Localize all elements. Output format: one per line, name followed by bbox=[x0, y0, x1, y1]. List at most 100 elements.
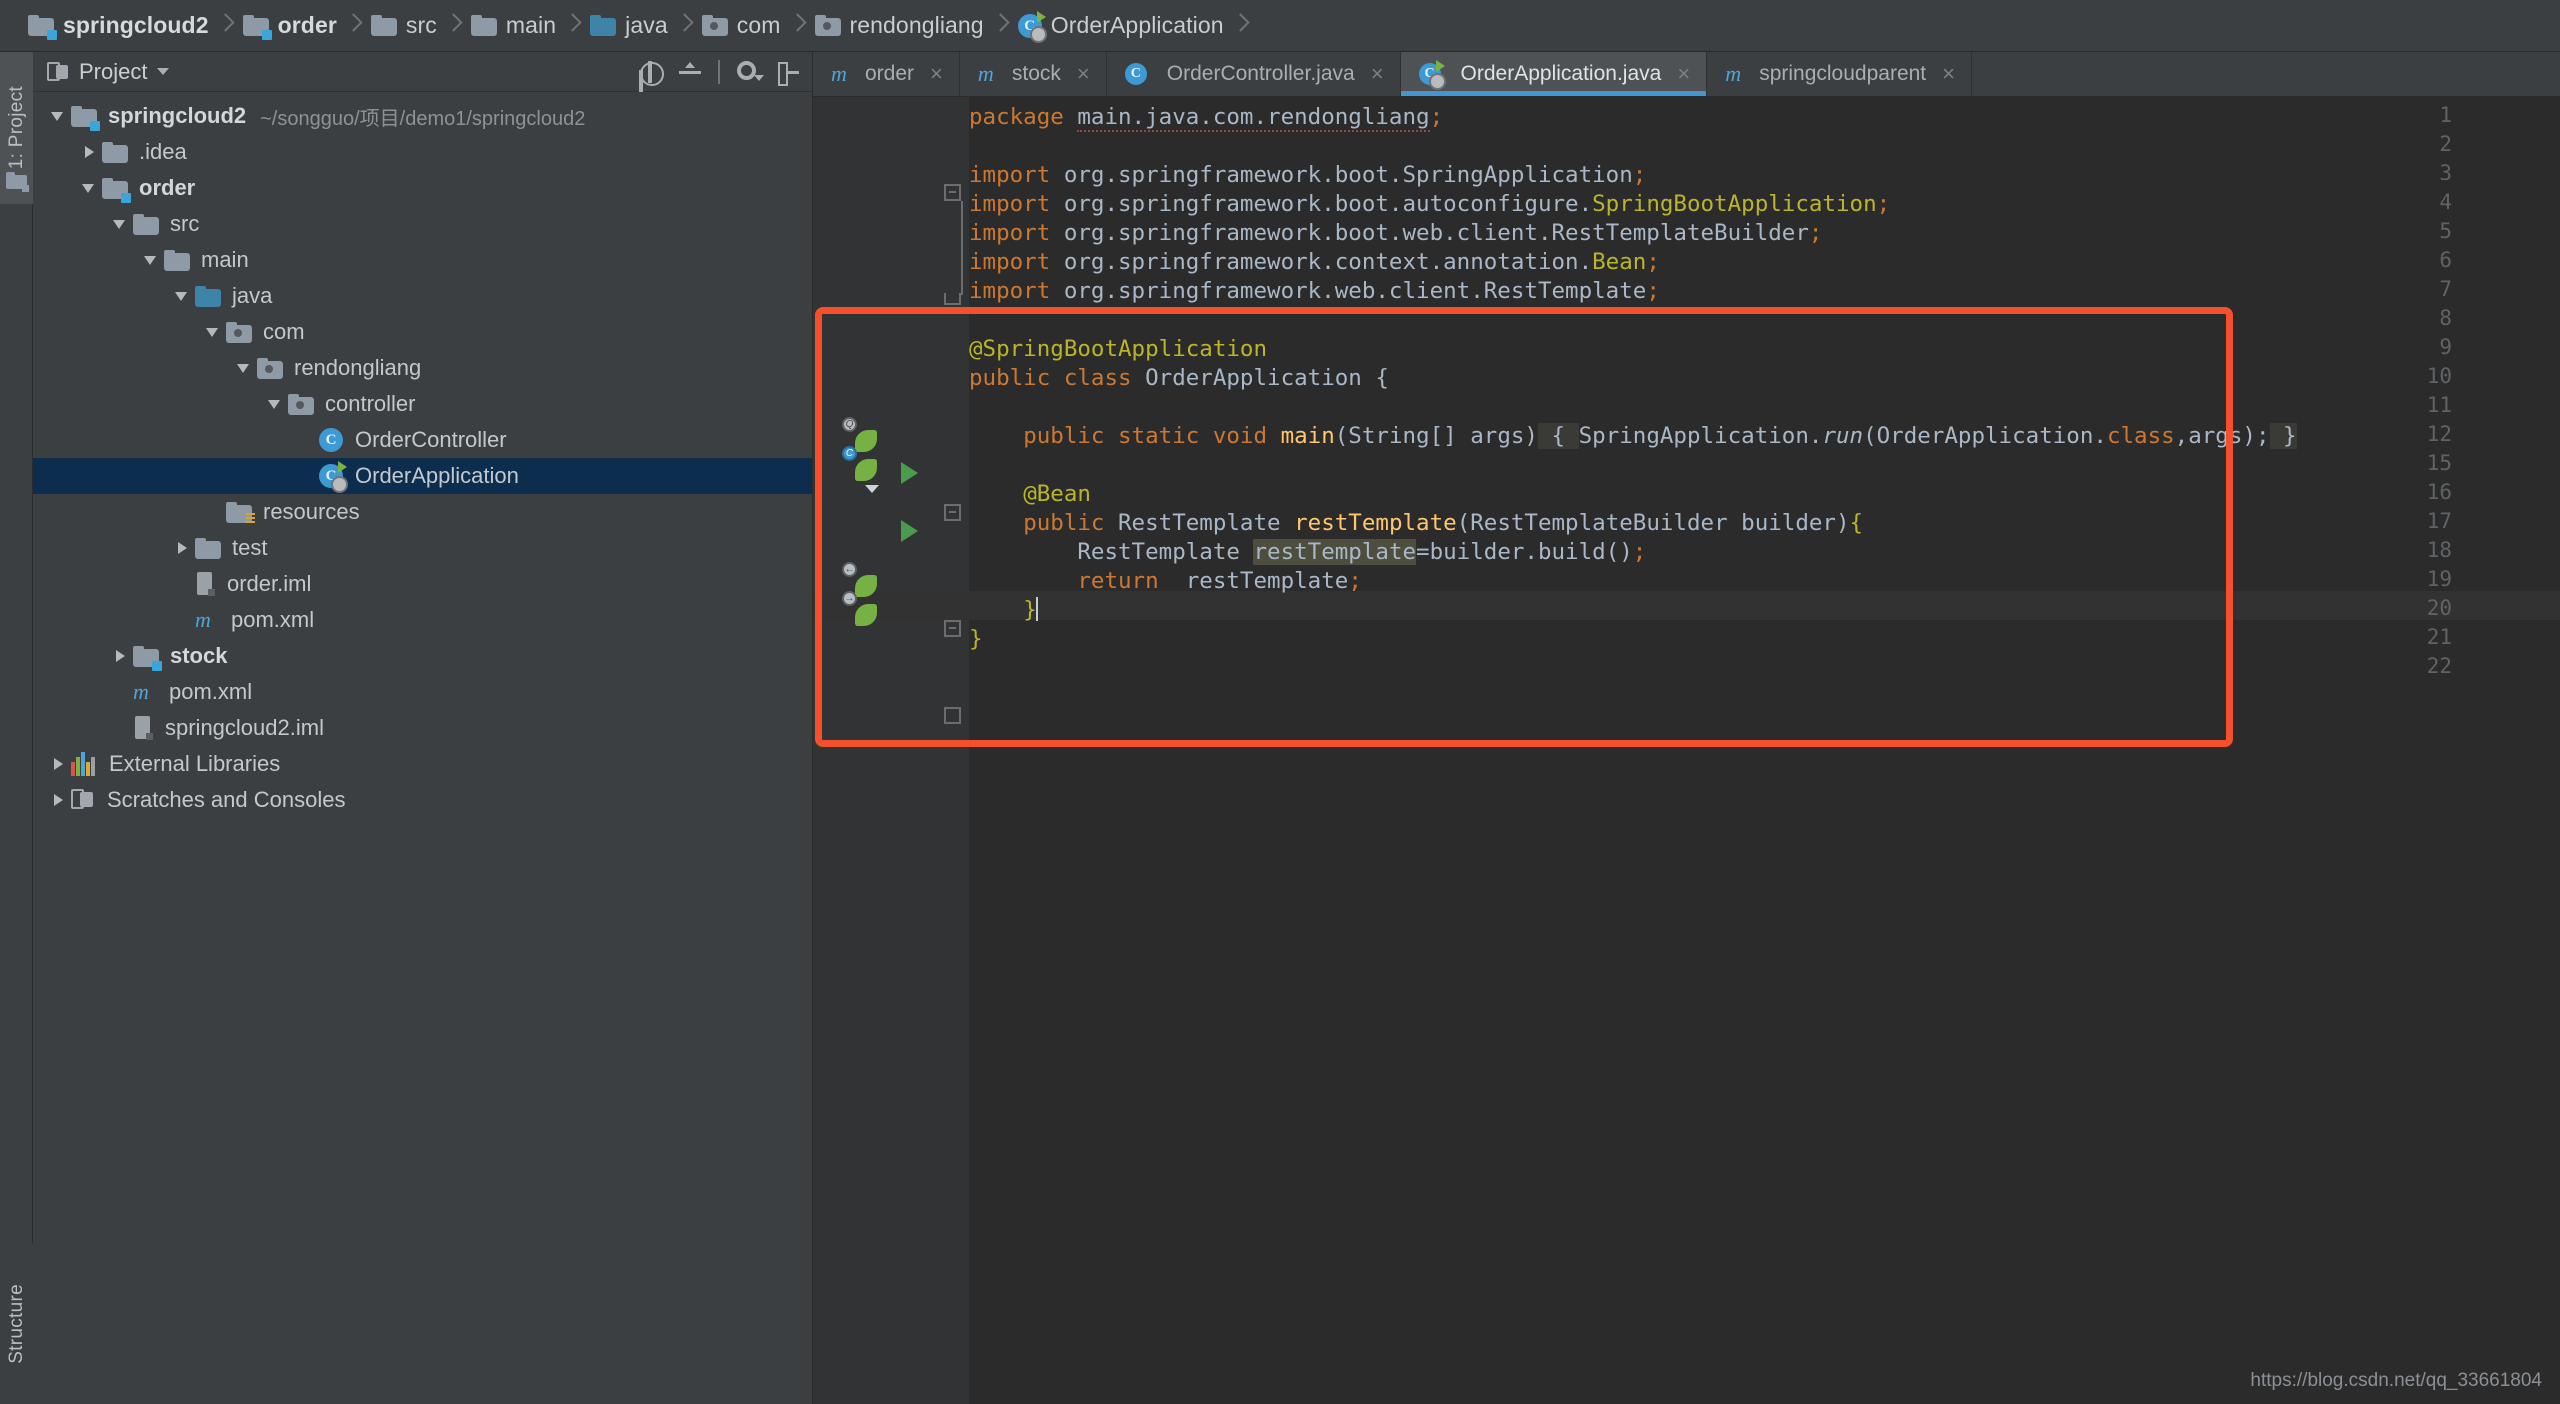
tree-item-order[interactable]: order bbox=[33, 170, 812, 206]
chevron-down-icon[interactable] bbox=[47, 98, 71, 134]
tree-item-springcloud2-iml[interactable]: springcloud2.iml bbox=[33, 710, 812, 746]
class-icon: C bbox=[319, 428, 343, 452]
close-icon[interactable]: × bbox=[1371, 63, 1384, 85]
editor-tab-springcloudparent[interactable]: m springcloudparent × bbox=[1707, 52, 1972, 96]
tree-item-label: test bbox=[232, 535, 268, 560]
chevron-down-icon[interactable] bbox=[109, 206, 133, 242]
editor-tab-label: stock bbox=[1011, 62, 1061, 85]
tree-item-pom-xml[interactable]: m pom.xml bbox=[33, 674, 812, 710]
editor-tab-ordercontroller-java[interactable]: C OrderController.java × bbox=[1106, 52, 1401, 96]
close-icon[interactable]: × bbox=[1677, 63, 1690, 85]
fold-marker-imports-end[interactable] bbox=[944, 293, 961, 305]
code-editor[interactable]: 1 2 3 4 5 6 7 8 9 10 11 12 15 16 17 18 19 20 21 22 − − − Q … bbox=[813, 97, 2560, 1404]
spring-class-icon: C bbox=[1017, 10, 1047, 43]
chevron-right-icon[interactable] bbox=[171, 530, 195, 566]
code-text[interactable]: package main.java.com.rendongliang; impo… bbox=[969, 97, 2560, 1404]
module-folder-icon bbox=[242, 15, 272, 40]
tree-item-stock[interactable]: stock bbox=[33, 638, 812, 674]
tree-item--idea[interactable]: .idea bbox=[33, 134, 812, 170]
gutter-expand-icon[interactable] bbox=[865, 485, 879, 493]
breadcrumb-item-rendongliang[interactable]: rendongliang bbox=[809, 0, 990, 52]
package-folder-icon bbox=[288, 393, 314, 415]
tree-item-test[interactable]: test bbox=[33, 530, 812, 566]
module-folder-icon bbox=[28, 15, 57, 40]
tree-item-external-libraries[interactable]: External Libraries bbox=[33, 746, 812, 782]
package-folder-icon bbox=[814, 15, 841, 36]
tree-item-label: com bbox=[263, 319, 305, 344]
tree-item-rendongliang[interactable]: rendongliang bbox=[33, 350, 812, 386]
bean-producer-gutter-icon[interactable]: ← bbox=[842, 562, 881, 601]
spring-boot-gutter-icon[interactable]: C bbox=[842, 446, 881, 485]
tree-item-scratches-and-consoles[interactable]: Scratches and Consoles bbox=[33, 782, 812, 818]
chevron-down-icon[interactable] bbox=[171, 278, 195, 314]
chevron-right-icon[interactable] bbox=[47, 782, 71, 818]
chevron-right-icon[interactable] bbox=[109, 638, 133, 674]
tool-window-button-project[interactable]: 1: Project bbox=[0, 52, 33, 204]
fold-marker-bean[interactable]: − bbox=[944, 620, 961, 637]
breadcrumb-separator-icon bbox=[343, 0, 365, 52]
fold-marker-bean-end[interactable] bbox=[944, 707, 961, 724]
tree-item-controller[interactable]: controller bbox=[33, 386, 812, 422]
editor-tab-stock[interactable]: m stock × bbox=[959, 52, 1107, 96]
folder-icon bbox=[133, 213, 159, 235]
toolbar-divider bbox=[718, 59, 720, 84]
tree-item-label: Scratches and Consoles bbox=[107, 787, 346, 812]
tree-item-resources[interactable]: resources bbox=[33, 494, 812, 530]
chevron-right-icon[interactable] bbox=[47, 746, 71, 782]
folder-icon bbox=[102, 141, 128, 163]
fold-marker-imports[interactable]: − bbox=[944, 184, 961, 201]
tree-item-label: springcloud2.iml bbox=[165, 715, 324, 740]
locate-icon[interactable] bbox=[638, 60, 664, 86]
breadcrumb-item-order[interactable]: order bbox=[237, 0, 343, 52]
editor-tab-orderapplication-java[interactable]: C OrderApplication.java × bbox=[1400, 52, 1708, 96]
module-folder-icon bbox=[71, 105, 100, 131]
tree-item-main[interactable]: main bbox=[33, 242, 812, 278]
chevron-down-icon[interactable] bbox=[157, 68, 170, 75]
maven-icon: m bbox=[831, 61, 847, 86]
hide-icon[interactable] bbox=[776, 60, 800, 86]
breadcrumb-item-orderapplication[interactable]: C OrderApplication bbox=[1012, 0, 1230, 52]
tree-item-pom-xml[interactable]: m pom.xml bbox=[33, 602, 812, 638]
close-icon[interactable]: × bbox=[1942, 63, 1955, 85]
breadcrumb-item-main[interactable]: main bbox=[465, 0, 562, 52]
editor-tab-label: order bbox=[865, 62, 915, 85]
run-class-icon[interactable] bbox=[901, 462, 918, 484]
gear-icon[interactable] bbox=[736, 60, 764, 84]
chevron-right-icon[interactable] bbox=[78, 134, 102, 170]
editor-tab-bar[interactable]: m order × m stock × C OrderController.java × C Ord… bbox=[813, 52, 2560, 97]
tree-item-java[interactable]: java bbox=[33, 278, 812, 314]
close-icon[interactable]: × bbox=[1077, 63, 1090, 85]
chevron-down-icon[interactable] bbox=[140, 242, 164, 278]
collapse-all-icon[interactable] bbox=[678, 60, 702, 84]
breadcrumb-item-src[interactable]: src bbox=[365, 0, 443, 52]
breadcrumb-item-com[interactable]: com bbox=[696, 0, 787, 52]
breadcrumb-item-java[interactable]: java bbox=[584, 0, 674, 52]
maven-icon: m bbox=[195, 607, 211, 632]
tree-item-orderapplication[interactable]: C OrderApplication bbox=[33, 458, 812, 494]
chevron-down-icon[interactable] bbox=[233, 350, 257, 386]
close-icon[interactable]: × bbox=[930, 63, 943, 85]
spring-bean-gutter-icon[interactable]: Q bbox=[842, 417, 881, 456]
tree-item-src[interactable]: src bbox=[33, 206, 812, 242]
run-main-icon[interactable] bbox=[901, 520, 918, 542]
project-panel-header: Project bbox=[33, 52, 812, 92]
module-folder-icon bbox=[102, 177, 131, 203]
project-tree[interactable]: springcloud2 ~/songguo/项目/demo1/springclo… bbox=[33, 92, 812, 818]
chevron-down-icon[interactable] bbox=[202, 314, 226, 350]
chevron-down-icon[interactable] bbox=[78, 170, 102, 206]
fold-marker-main[interactable]: − bbox=[944, 504, 961, 521]
breadcrumb-item-springcloud2[interactable]: springcloud2 bbox=[22, 0, 215, 52]
editor-tab-label: springcloudparent bbox=[1759, 62, 1927, 85]
tree-item-ordercontroller[interactable]: C OrderController bbox=[33, 422, 812, 458]
tree-item-springcloud2[interactable]: springcloud2 ~/songguo/项目/demo1/springclo… bbox=[33, 98, 812, 134]
bean-consumer-gutter-icon[interactable]: → bbox=[842, 591, 881, 630]
project-tool-window: Project springcloud2 ~/songguo/项目/demo1/s… bbox=[33, 52, 813, 1404]
editor-tab-order[interactable]: m order × bbox=[813, 52, 960, 96]
chevron-down-icon[interactable] bbox=[264, 386, 288, 422]
tool-window-button-structure[interactable]: Structure bbox=[0, 1244, 33, 1404]
tree-item-order-iml[interactable]: order.iml bbox=[33, 566, 812, 602]
editor-tab-label: OrderApplication.java bbox=[1460, 62, 1662, 85]
tree-item-com[interactable]: com bbox=[33, 314, 812, 350]
